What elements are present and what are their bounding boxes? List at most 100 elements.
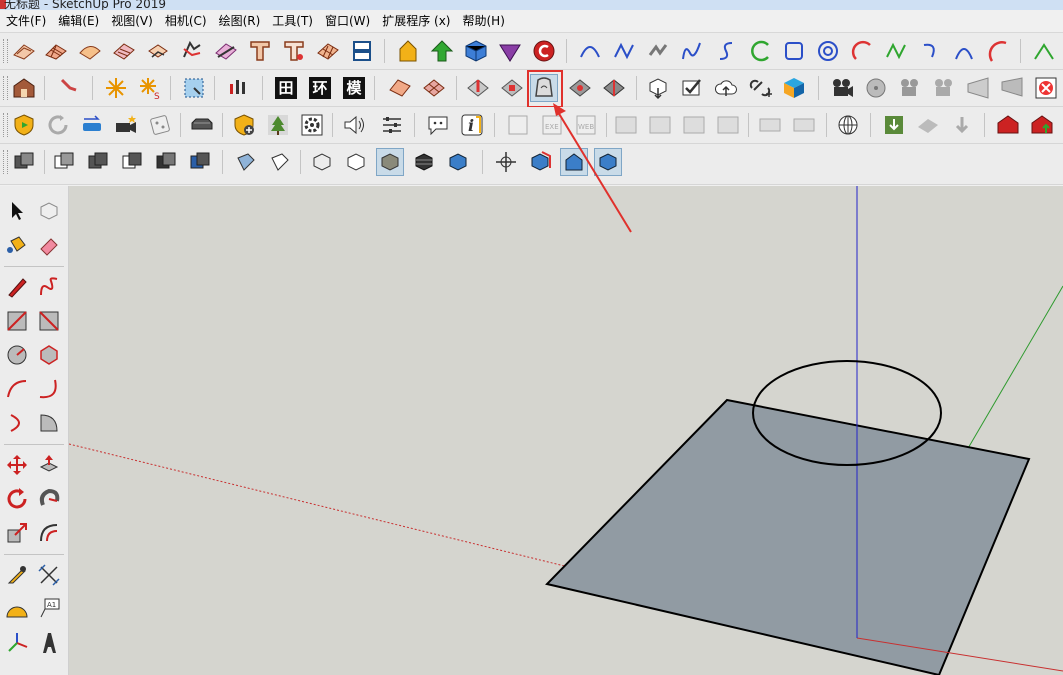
warehouse-red-icon[interactable]: [994, 111, 1022, 139]
xray-icon[interactable]: [232, 148, 260, 176]
menu-window[interactable]: 窗口(W): [319, 10, 376, 32]
arc-red-icon[interactable]: [848, 37, 876, 65]
three-point-arc-icon[interactable]: [2, 408, 32, 438]
component-down-icon[interactable]: [644, 74, 672, 102]
curve-wave-icon[interactable]: [610, 37, 638, 65]
panorama-2-icon[interactable]: [790, 111, 818, 139]
smoove-icon[interactable]: [76, 37, 104, 65]
wireframe-icon[interactable]: [308, 148, 336, 176]
sandbox-from-scratch-icon[interactable]: [42, 37, 70, 65]
3d-text-icon[interactable]: [34, 628, 64, 658]
shield-add-icon[interactable]: [230, 111, 258, 139]
camera-gray-icon[interactable]: [896, 74, 924, 102]
explode-icon[interactable]: [102, 74, 130, 102]
export-image-icon[interactable]: [504, 111, 532, 139]
add-location-icon[interactable]: [880, 111, 908, 139]
home-view-icon[interactable]: [560, 148, 588, 176]
grid-surface-icon[interactable]: [420, 74, 448, 102]
t-shape-2-icon[interactable]: [280, 37, 308, 65]
add-detail-gray-icon[interactable]: [566, 74, 594, 102]
drape-sandbox-icon[interactable]: [144, 37, 172, 65]
link-add-icon[interactable]: [746, 74, 774, 102]
cloud-upload-icon[interactable]: [712, 74, 740, 102]
spiral-icon[interactable]: [814, 37, 842, 65]
curve-arch-icon[interactable]: [576, 37, 604, 65]
paint-bucket-icon[interactable]: [2, 230, 32, 260]
cube-blue-icon[interactable]: [462, 37, 490, 65]
sandbox-from-contours-icon[interactable]: [10, 37, 38, 65]
cube-color-icon[interactable]: [780, 74, 808, 102]
settings-gear-icon[interactable]: [298, 111, 326, 139]
export-exe-icon[interactable]: EXE: [538, 111, 566, 139]
camera-star-icon[interactable]: [112, 111, 140, 139]
menu-help[interactable]: 帮助(H): [456, 10, 510, 32]
double-quote-icon[interactable]: [224, 74, 252, 102]
select-region-icon[interactable]: [180, 74, 208, 102]
back-edges-icon[interactable]: [266, 148, 294, 176]
camera-frustum-icon[interactable]: [964, 74, 992, 102]
stamp-icon[interactable]: [110, 37, 138, 65]
make-component-icon[interactable]: [34, 196, 64, 226]
move-icon[interactable]: [2, 450, 32, 480]
speaker-icon[interactable]: [340, 111, 368, 139]
section-plane-icon[interactable]: [526, 148, 554, 176]
chat-bubble-icon[interactable]: [424, 111, 452, 139]
curve-green-icon[interactable]: [882, 37, 910, 65]
rotated-rectangle-icon[interactable]: [34, 306, 64, 336]
warehouse-upload-icon[interactable]: [1028, 111, 1056, 139]
shaded-icon[interactable]: [376, 148, 404, 176]
rotate-icon[interactable]: [2, 484, 32, 514]
vr-headset-icon[interactable]: [188, 111, 216, 139]
select-arrow-icon[interactable]: [2, 196, 32, 226]
rectangle-face[interactable]: [545, 398, 1031, 675]
window-frame-icon[interactable]: [348, 37, 376, 65]
split-icon[interactable]: [186, 148, 214, 176]
dimension-icon[interactable]: [34, 560, 64, 590]
toolbar-grip[interactable]: [3, 113, 8, 137]
house-icon[interactable]: [10, 74, 38, 102]
ring-button[interactable]: 环: [306, 74, 334, 102]
arc-icon[interactable]: [2, 374, 32, 404]
shield-play-icon[interactable]: [10, 111, 38, 139]
rectangle-icon[interactable]: [2, 306, 32, 336]
tree-icon[interactable]: [264, 111, 292, 139]
layout-4-icon[interactable]: [714, 111, 742, 139]
hook-curve-icon[interactable]: [916, 37, 944, 65]
menu-tools[interactable]: 工具(T): [266, 10, 319, 32]
sync-car-icon[interactable]: [78, 111, 106, 139]
modeling-viewport[interactable]: [69, 186, 1063, 675]
movie-camera-icon[interactable]: [828, 74, 856, 102]
flip-edge-icon[interactable]: [212, 37, 240, 65]
globe-icon[interactable]: [834, 111, 862, 139]
camera-gray-2-icon[interactable]: [930, 74, 958, 102]
terrain-gray-icon[interactable]: [914, 111, 942, 139]
monochrome-icon[interactable]: [444, 148, 472, 176]
trim-icon[interactable]: [152, 148, 180, 176]
follow-me-icon[interactable]: [34, 484, 64, 514]
explode-s-icon[interactable]: S: [136, 74, 164, 102]
tape-measure-icon[interactable]: [2, 560, 32, 590]
add-detail-icon[interactable]: [178, 37, 206, 65]
menu-extensions[interactable]: 扩展程序 (x): [376, 10, 456, 32]
info-icon[interactable]: i: [458, 111, 486, 139]
flip-edge-gray-icon[interactable]: [600, 74, 628, 102]
spline-s-icon[interactable]: [712, 37, 740, 65]
layout-3-icon[interactable]: [680, 111, 708, 139]
toolbar-grip[interactable]: [3, 150, 8, 174]
gem-purple-icon[interactable]: [496, 37, 524, 65]
push-pull-icon[interactable]: [34, 450, 64, 480]
film-reel-icon[interactable]: [862, 74, 890, 102]
shaded-textures-icon[interactable]: [410, 148, 438, 176]
toolbar-grip[interactable]: [3, 76, 8, 100]
union-icon[interactable]: [84, 148, 112, 176]
circle-icon[interactable]: [2, 340, 32, 370]
axes-icon[interactable]: [2, 628, 32, 658]
toolbar-grip[interactable]: [3, 39, 8, 63]
undo-red-icon[interactable]: [530, 37, 558, 65]
pie-icon[interactable]: [34, 408, 64, 438]
menu-view[interactable]: 视图(V): [105, 10, 159, 32]
freehand-icon[interactable]: [34, 272, 64, 302]
arc-blue-icon[interactable]: [950, 37, 978, 65]
refresh-icon[interactable]: [44, 111, 72, 139]
camera-frustum-2-icon[interactable]: [998, 74, 1026, 102]
